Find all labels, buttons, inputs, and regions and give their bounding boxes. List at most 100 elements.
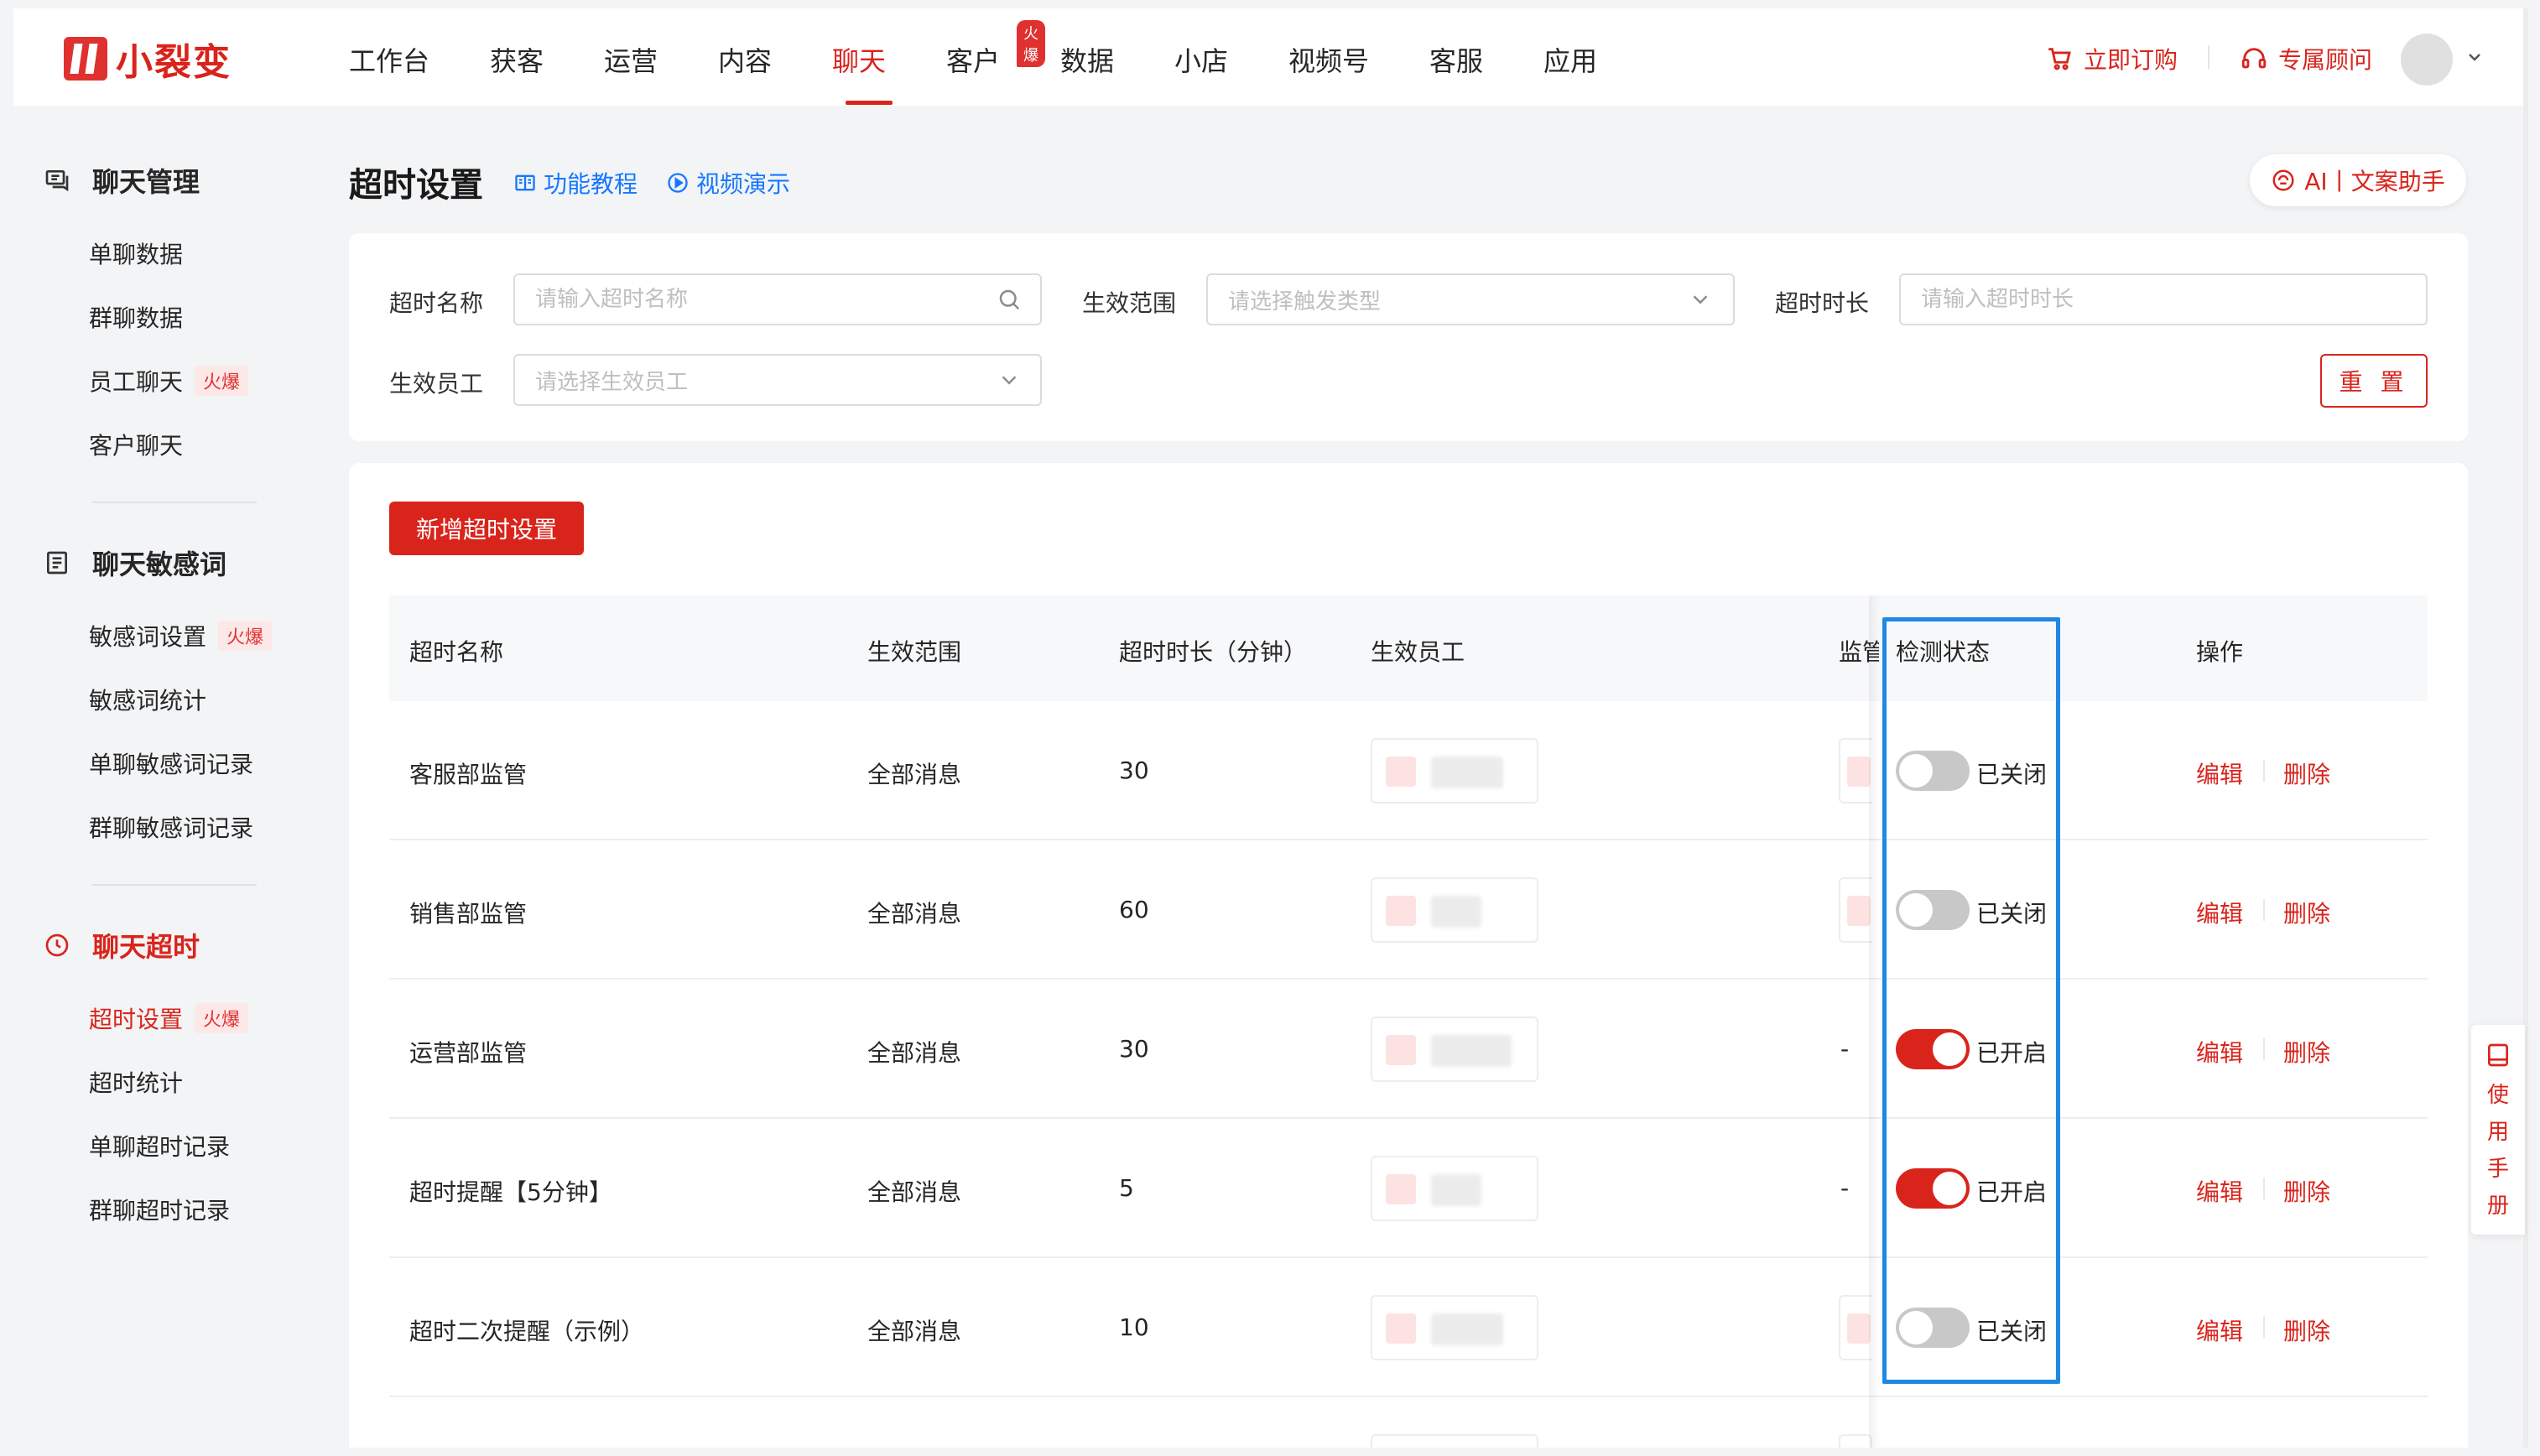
status-text: 已关闭 bbox=[1976, 1318, 2048, 1345]
reset-button[interactable]: 重 置 bbox=[2320, 354, 2428, 408]
page-title: 超时设置 bbox=[349, 166, 483, 205]
nav-item-chat[interactable]: 聊天 bbox=[832, 40, 886, 79]
table-header: 超时名称 生效范围 超时时长（分钟） 生效员工 监管 检测状态 操作 bbox=[389, 595, 2428, 701]
delete-link[interactable]: 删除 bbox=[2283, 757, 2330, 790]
filter-panel bbox=[349, 233, 2468, 441]
delete-link[interactable]: 删除 bbox=[2283, 1035, 2330, 1069]
edit-link[interactable]: 编辑 bbox=[2196, 1174, 2243, 1208]
chevron-down-icon[interactable] bbox=[997, 367, 1022, 393]
status-toggle[interactable] bbox=[1896, 1029, 1970, 1069]
nav-item-channels[interactable]: 视频号 bbox=[1288, 40, 1369, 79]
nav-item-operate[interactable]: 运营 bbox=[604, 40, 658, 79]
column-header-employee: 生效员工 bbox=[1371, 638, 1465, 666]
ai-copywriting-button[interactable]: AI丨文案助手 bbox=[2250, 154, 2466, 206]
status-toggle[interactable] bbox=[1896, 1168, 1970, 1209]
employee-chip[interactable] bbox=[1371, 1295, 1538, 1360]
toggle-knob bbox=[1899, 893, 1933, 927]
nav-item-shop[interactable]: 小店 bbox=[1174, 40, 1228, 79]
nav-item-workbench[interactable]: 工作台 bbox=[349, 40, 429, 79]
sidebar-group-sensitive-words[interactable]: 聊天敏感词 bbox=[44, 543, 226, 582]
nav-item-acquire[interactable]: 获客 bbox=[490, 40, 544, 79]
advisor-label: 专属顾问 bbox=[2278, 46, 2373, 74]
supervisor-chip[interactable] bbox=[1839, 738, 1872, 803]
sidebar-item-label: 客户聊天 bbox=[89, 432, 184, 460]
sidebar-item-group-sensitive-records[interactable]: 群聊敏感词记录 bbox=[89, 810, 253, 844]
page-scrollbar[interactable] bbox=[2523, 8, 2528, 1451]
trigger-type-select[interactable]: 请选择触发类型 bbox=[1206, 273, 1735, 325]
sidebar-group-chat-timeout[interactable]: 聊天超时 bbox=[44, 926, 200, 965]
blurred-employee-name bbox=[1431, 1174, 1481, 1206]
sidebar-item-sensitive-stats[interactable]: 敏感词统计 bbox=[89, 683, 206, 716]
supervisor-chip[interactable] bbox=[1839, 1295, 1872, 1360]
delete-link[interactable]: 删除 bbox=[2283, 1313, 2330, 1347]
sidebar-item-label: 群聊数据 bbox=[89, 304, 184, 332]
employee-chip[interactable] bbox=[1371, 1156, 1538, 1221]
employee-chip[interactable] bbox=[1371, 738, 1538, 803]
status-text: 已开启 bbox=[1976, 1039, 2048, 1067]
nav-item-content[interactable]: 内容 bbox=[718, 40, 772, 79]
advisor-button[interactable]: 专属顾问 bbox=[2240, 42, 2372, 75]
sidebar-item-customer-chat[interactable]: 客户聊天 bbox=[89, 428, 183, 461]
status-toggle[interactable] bbox=[1896, 1308, 1970, 1348]
employee-select[interactable]: 请选择生效员工 bbox=[513, 354, 1042, 406]
nav-item-customer[interactable]: 客户 bbox=[946, 40, 1000, 79]
nav-item-data[interactable]: 数据 bbox=[1060, 40, 1114, 79]
sidebar-item-group-timeout-records[interactable]: 群聊超时记录 bbox=[89, 1193, 230, 1226]
order-now-button[interactable]: 立即订购 bbox=[2045, 42, 2178, 75]
nav-item-service[interactable]: 客服 bbox=[1429, 40, 1483, 79]
edit-link[interactable]: 编辑 bbox=[2196, 1313, 2243, 1347]
timeout-name-input[interactable] bbox=[513, 273, 1042, 325]
sidebar-item-label: 群聊超时记录 bbox=[89, 1197, 231, 1225]
cell-name: 超时二次提醒（示例） bbox=[409, 1318, 645, 1345]
table-row: 客服部监管 全部消息 30 已关闭 编辑 删除 bbox=[389, 701, 2428, 840]
tutorial-link[interactable]: 功能教程 bbox=[513, 166, 638, 200]
sidebar-item-sensitive-settings[interactable]: 敏感词设置 火爆 bbox=[89, 619, 273, 653]
chevron-down-icon[interactable] bbox=[1688, 287, 1713, 312]
status-text: 已开启 bbox=[1976, 1178, 2048, 1206]
sidebar-item-group-chat-data[interactable]: 群聊数据 bbox=[89, 300, 183, 334]
blurred-employee-name bbox=[1431, 1313, 1503, 1345]
status-toggle[interactable] bbox=[1896, 751, 1970, 791]
search-icon[interactable] bbox=[997, 287, 1022, 312]
action-divider bbox=[2263, 899, 2265, 921]
employee-chip[interactable] bbox=[1371, 877, 1538, 943]
status-toggle[interactable] bbox=[1896, 890, 1970, 930]
sidebar-item-single-chat-data[interactable]: 单聊数据 bbox=[89, 237, 183, 270]
toggle-knob bbox=[1899, 754, 1933, 788]
select-placeholder: 请选择触发类型 bbox=[1228, 289, 1382, 315]
cell-duration: 60 bbox=[1119, 896, 1149, 923]
sidebar-item-single-sensitive-records[interactable]: 单聊敏感词记录 bbox=[89, 746, 253, 780]
edit-link[interactable]: 编辑 bbox=[2196, 896, 2243, 929]
filter-duration-label: 超时时长 bbox=[1775, 289, 1870, 317]
user-manual-button[interactable]: 使 用 手 册 bbox=[2471, 1025, 2525, 1235]
brand-name: 小裂变 bbox=[116, 41, 232, 84]
timeout-duration-input[interactable] bbox=[1899, 273, 2428, 325]
supervisor-chip[interactable] bbox=[1839, 877, 1872, 943]
sidebar-item-single-timeout-records[interactable]: 单聊超时记录 bbox=[89, 1129, 230, 1162]
employee-chip[interactable] bbox=[1371, 1017, 1538, 1082]
blurred-employee-name bbox=[1431, 896, 1481, 928]
sidebar-item-label: 敏感词统计 bbox=[89, 687, 207, 715]
delete-link[interactable]: 删除 bbox=[2283, 896, 2330, 929]
sidebar-item-employee-chat[interactable]: 员工聊天 火爆 bbox=[89, 364, 249, 398]
sidebar-item-label: 员工聊天 bbox=[89, 368, 184, 396]
action-divider bbox=[2263, 760, 2265, 782]
video-demo-link[interactable]: 视频演示 bbox=[666, 166, 790, 200]
sidebar-item-label: 单聊数据 bbox=[89, 241, 184, 268]
sidebar-item-timeout-settings[interactable]: 超时设置 火爆 bbox=[89, 1001, 249, 1035]
chevron-down-icon[interactable] bbox=[2465, 47, 2485, 67]
brand-logo[interactable]: 小裂变 bbox=[64, 35, 232, 84]
cell-scope: 全部消息 bbox=[867, 900, 962, 928]
nav-active-indicator bbox=[846, 101, 893, 105]
edit-link[interactable]: 编辑 bbox=[2196, 757, 2243, 790]
sidebar-item-timeout-stats[interactable]: 超时统计 bbox=[89, 1065, 183, 1099]
add-timeout-setting-button[interactable]: 新增超时设置 bbox=[389, 502, 584, 555]
edit-link[interactable]: 编辑 bbox=[2196, 1035, 2243, 1069]
column-header-duration: 超时时长（分钟） bbox=[1119, 638, 1308, 666]
sidebar-group-chat-management[interactable]: 聊天管理 bbox=[44, 161, 200, 200]
avatar[interactable] bbox=[2401, 34, 2453, 86]
manual-label-char: 用 bbox=[2486, 1120, 2509, 1145]
delete-link[interactable]: 删除 bbox=[2283, 1174, 2330, 1208]
sidebar-group-label: 聊天敏感词 bbox=[92, 549, 227, 580]
nav-item-apps[interactable]: 应用 bbox=[1543, 40, 1597, 79]
